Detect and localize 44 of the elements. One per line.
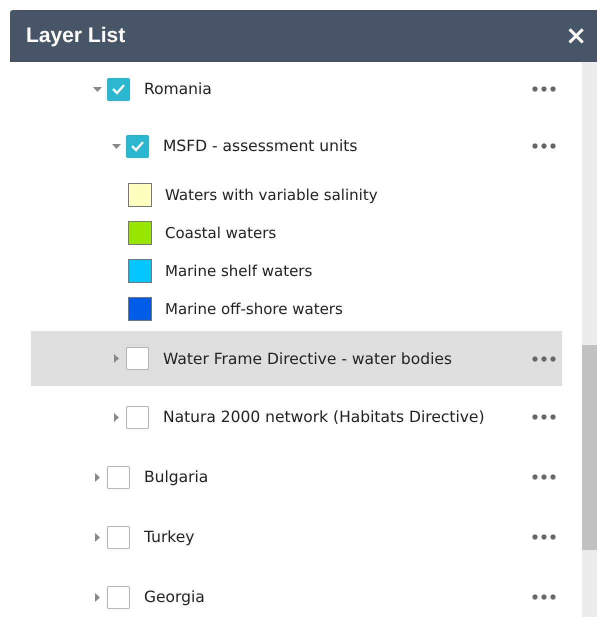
- layer-checkbox[interactable]: [107, 586, 130, 608]
- layer-checkbox[interactable]: [107, 466, 130, 488]
- more-icon[interactable]: [532, 414, 556, 420]
- layer-row[interactable]: Georgia: [31, 567, 562, 617]
- caret-icon[interactable]: [93, 472, 102, 482]
- caret-icon[interactable]: [93, 84, 102, 94]
- more-icon[interactable]: [532, 143, 556, 149]
- layer-checkbox[interactable]: [126, 134, 149, 158]
- caret-icon[interactable]: [93, 532, 102, 542]
- layer-row[interactable]: Bulgaria: [31, 447, 562, 507]
- check-icon: [130, 140, 145, 152]
- legend-label: Marine shelf waters: [165, 262, 312, 280]
- more-icon[interactable]: [532, 474, 556, 480]
- layer-checkbox[interactable]: [126, 406, 149, 428]
- legend-label: Marine off-shore waters: [165, 300, 343, 318]
- layer-title: Turkey: [144, 528, 196, 546]
- layer-title: Bulgaria: [144, 468, 210, 486]
- caret-icon[interactable]: [112, 412, 121, 422]
- layer-checkbox[interactable]: [107, 526, 130, 548]
- panel-title: Layer List: [26, 24, 126, 48]
- layer-title: Water Frame Directive - water bodies: [163, 350, 454, 368]
- layer-title: Romania: [144, 80, 213, 98]
- layer-row[interactable]: MSFD - assessment units: [31, 116, 562, 176]
- caret-icon[interactable]: [93, 592, 102, 602]
- caret-icon[interactable]: [112, 142, 121, 150]
- layer-row[interactable]: Romania: [31, 62, 562, 116]
- layer-checkbox[interactable]: [126, 347, 149, 370]
- more-icon[interactable]: [532, 534, 556, 540]
- legend-label: Coastal waters: [165, 224, 276, 242]
- close-button[interactable]: ×: [565, 23, 587, 49]
- layer-row[interactable]: Water Frame Directive - water bodies: [31, 331, 562, 386]
- layer-title: Natura 2000 network (Habitats Directive): [163, 408, 486, 426]
- more-icon[interactable]: [532, 594, 556, 600]
- layer-checkbox[interactable]: [107, 78, 130, 100]
- caret-icon[interactable]: [112, 354, 121, 363]
- check-icon: [111, 83, 126, 95]
- layer-title: Georgia: [144, 588, 206, 606]
- layer-row[interactable]: Turkey: [31, 507, 562, 567]
- layer-row[interactable]: Natura 2000 network (Habitats Directive): [31, 387, 562, 447]
- layer-title: MSFD - assessment units: [163, 137, 358, 155]
- more-icon[interactable]: [532, 356, 556, 362]
- scrollbar[interactable]: [582, 62, 597, 617]
- legend-label: Waters with variable salinity: [165, 186, 378, 204]
- more-icon[interactable]: [532, 86, 556, 92]
